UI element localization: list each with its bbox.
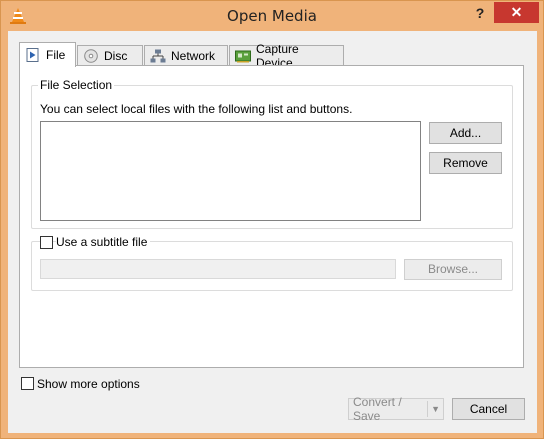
file-play-icon	[26, 48, 39, 62]
file-tab-panel: File Selection You can select local file…	[19, 65, 524, 368]
convert-save-label: Convert / Save	[353, 395, 402, 423]
tab-network-label: Network	[171, 49, 216, 63]
chevron-down-icon[interactable]: ▼	[431, 404, 443, 414]
tab-capture-device[interactable]: Capture Device	[229, 42, 344, 70]
window-title: Open Media	[227, 7, 317, 25]
dialog-body: File Disc Network Capture Device File Se…	[8, 31, 537, 433]
tab-network[interactable]: Network	[144, 45, 228, 66]
open-media-dialog: Open Media ? ✕ File Disc Network Capture…	[0, 0, 544, 439]
remove-button[interactable]: Remove	[429, 152, 502, 174]
browse-button[interactable]: Browse...	[404, 259, 502, 280]
add-button[interactable]: Add...	[429, 122, 502, 144]
help-button[interactable]: ?	[467, 3, 493, 23]
cancel-button[interactable]: Cancel	[452, 398, 525, 420]
subtitle-checkbox[interactable]	[40, 236, 53, 249]
show-more-options-checkbox[interactable]	[21, 377, 34, 390]
tab-file[interactable]: File	[19, 42, 76, 67]
capture-card-icon	[235, 50, 251, 63]
file-selection-description: You can select local files with the foll…	[40, 102, 353, 116]
disc-icon	[84, 49, 98, 63]
tab-file-label: File	[46, 48, 66, 62]
split-separator	[427, 401, 429, 417]
tab-disc[interactable]: Disc	[77, 45, 143, 66]
subtitle-group: Use a subtitle file Browse...	[31, 235, 513, 291]
file-list[interactable]	[40, 121, 421, 221]
file-selection-label: File Selection	[38, 78, 115, 92]
file-selection-group: File Selection You can select local file…	[31, 78, 513, 229]
subtitle-checkbox-label: Use a subtitle file	[56, 235, 151, 249]
subtitle-file-field	[40, 259, 396, 279]
title-bar[interactable]: Open Media ? ✕	[1, 1, 543, 31]
show-more-options-label: Show more options	[37, 377, 140, 391]
close-button[interactable]: ✕	[494, 2, 539, 23]
network-icon	[150, 49, 166, 63]
convert-save-button[interactable]: Convert / Save ▼	[348, 395, 444, 423]
tab-disc-label: Disc	[104, 49, 128, 63]
